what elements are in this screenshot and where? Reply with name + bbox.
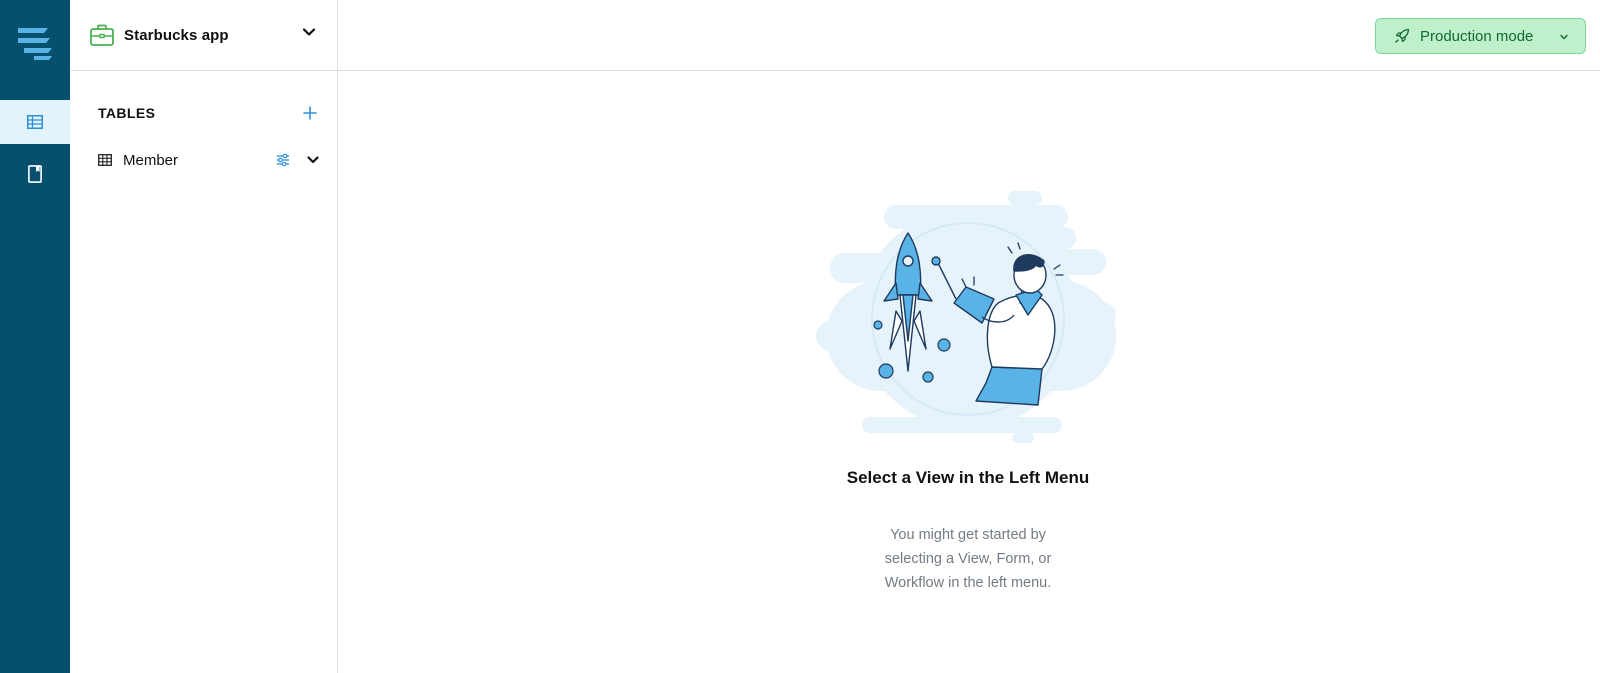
app-switcher[interactable]: Starbucks app [70, 0, 338, 71]
table-grid-icon [98, 154, 112, 166]
logo-icon[interactable] [14, 22, 56, 62]
production-mode-button[interactable]: Production mode [1375, 18, 1586, 54]
rocket-icon [1395, 28, 1410, 43]
tables-section-title: TABLES [98, 105, 156, 121]
empty-state: Select a View in the Left Menu You might… [338, 71, 1600, 673]
chevron-down-icon [302, 28, 316, 36]
rail-tables-button[interactable] [0, 100, 70, 144]
rail-docs-button[interactable] [0, 152, 70, 196]
top-bar: Production mode [338, 0, 1600, 71]
table-grid-icon [27, 115, 43, 129]
document-icon [28, 165, 42, 183]
sidebar: Starbucks app TABLES Member [70, 0, 338, 673]
chevron-down-icon[interactable] [306, 153, 320, 167]
plus-icon [303, 106, 317, 120]
rocket-launch-illustration [816, 191, 1116, 443]
sidebar-item-member[interactable]: Member [98, 147, 322, 173]
briefcase-icon [90, 24, 114, 46]
empty-state-title: Select a View in the Left Menu [846, 468, 1090, 487]
chevron-down-icon [1560, 34, 1568, 40]
sliders-icon[interactable] [276, 153, 290, 167]
icon-rail [0, 0, 70, 673]
empty-state-description: You might get started by selecting a Vie… [884, 527, 1052, 591]
app-name: Starbucks app [124, 26, 229, 44]
add-table-button[interactable] [300, 103, 320, 123]
tables-section-header: TABLES [98, 102, 320, 124]
sidebar-item-label: Member [123, 151, 179, 169]
production-mode-label: Production mode [1420, 27, 1534, 45]
